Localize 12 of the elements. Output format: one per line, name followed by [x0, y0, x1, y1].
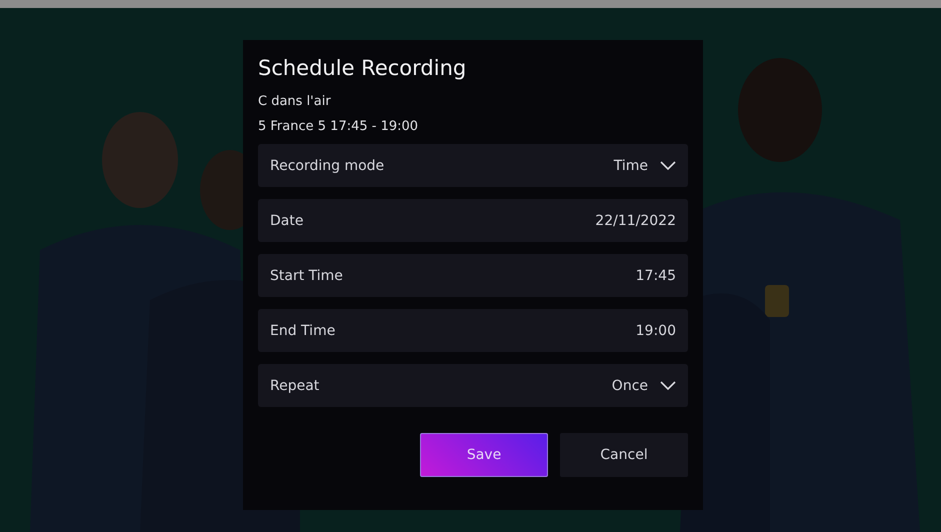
cancel-button[interactable]: Cancel	[560, 433, 688, 477]
save-button[interactable]: Save	[420, 433, 548, 477]
program-details: 5 France 5 17:45 - 19:00	[258, 118, 420, 136]
dropdown-field[interactable]: Repeat Once	[258, 364, 688, 407]
setting-field[interactable]: Date 22/11/2022	[258, 199, 688, 242]
chevron-down-icon	[660, 160, 676, 170]
dropdown-field[interactable]: Recording mode Time	[258, 144, 688, 187]
setting-field[interactable]: End Time 19:00	[258, 309, 688, 352]
program-title: C dans l'air	[258, 93, 332, 111]
dialog-title: Schedule Recording	[258, 56, 468, 82]
chevron-down-icon	[660, 380, 676, 390]
setting-field[interactable]: Start Time 17:45	[258, 254, 688, 297]
